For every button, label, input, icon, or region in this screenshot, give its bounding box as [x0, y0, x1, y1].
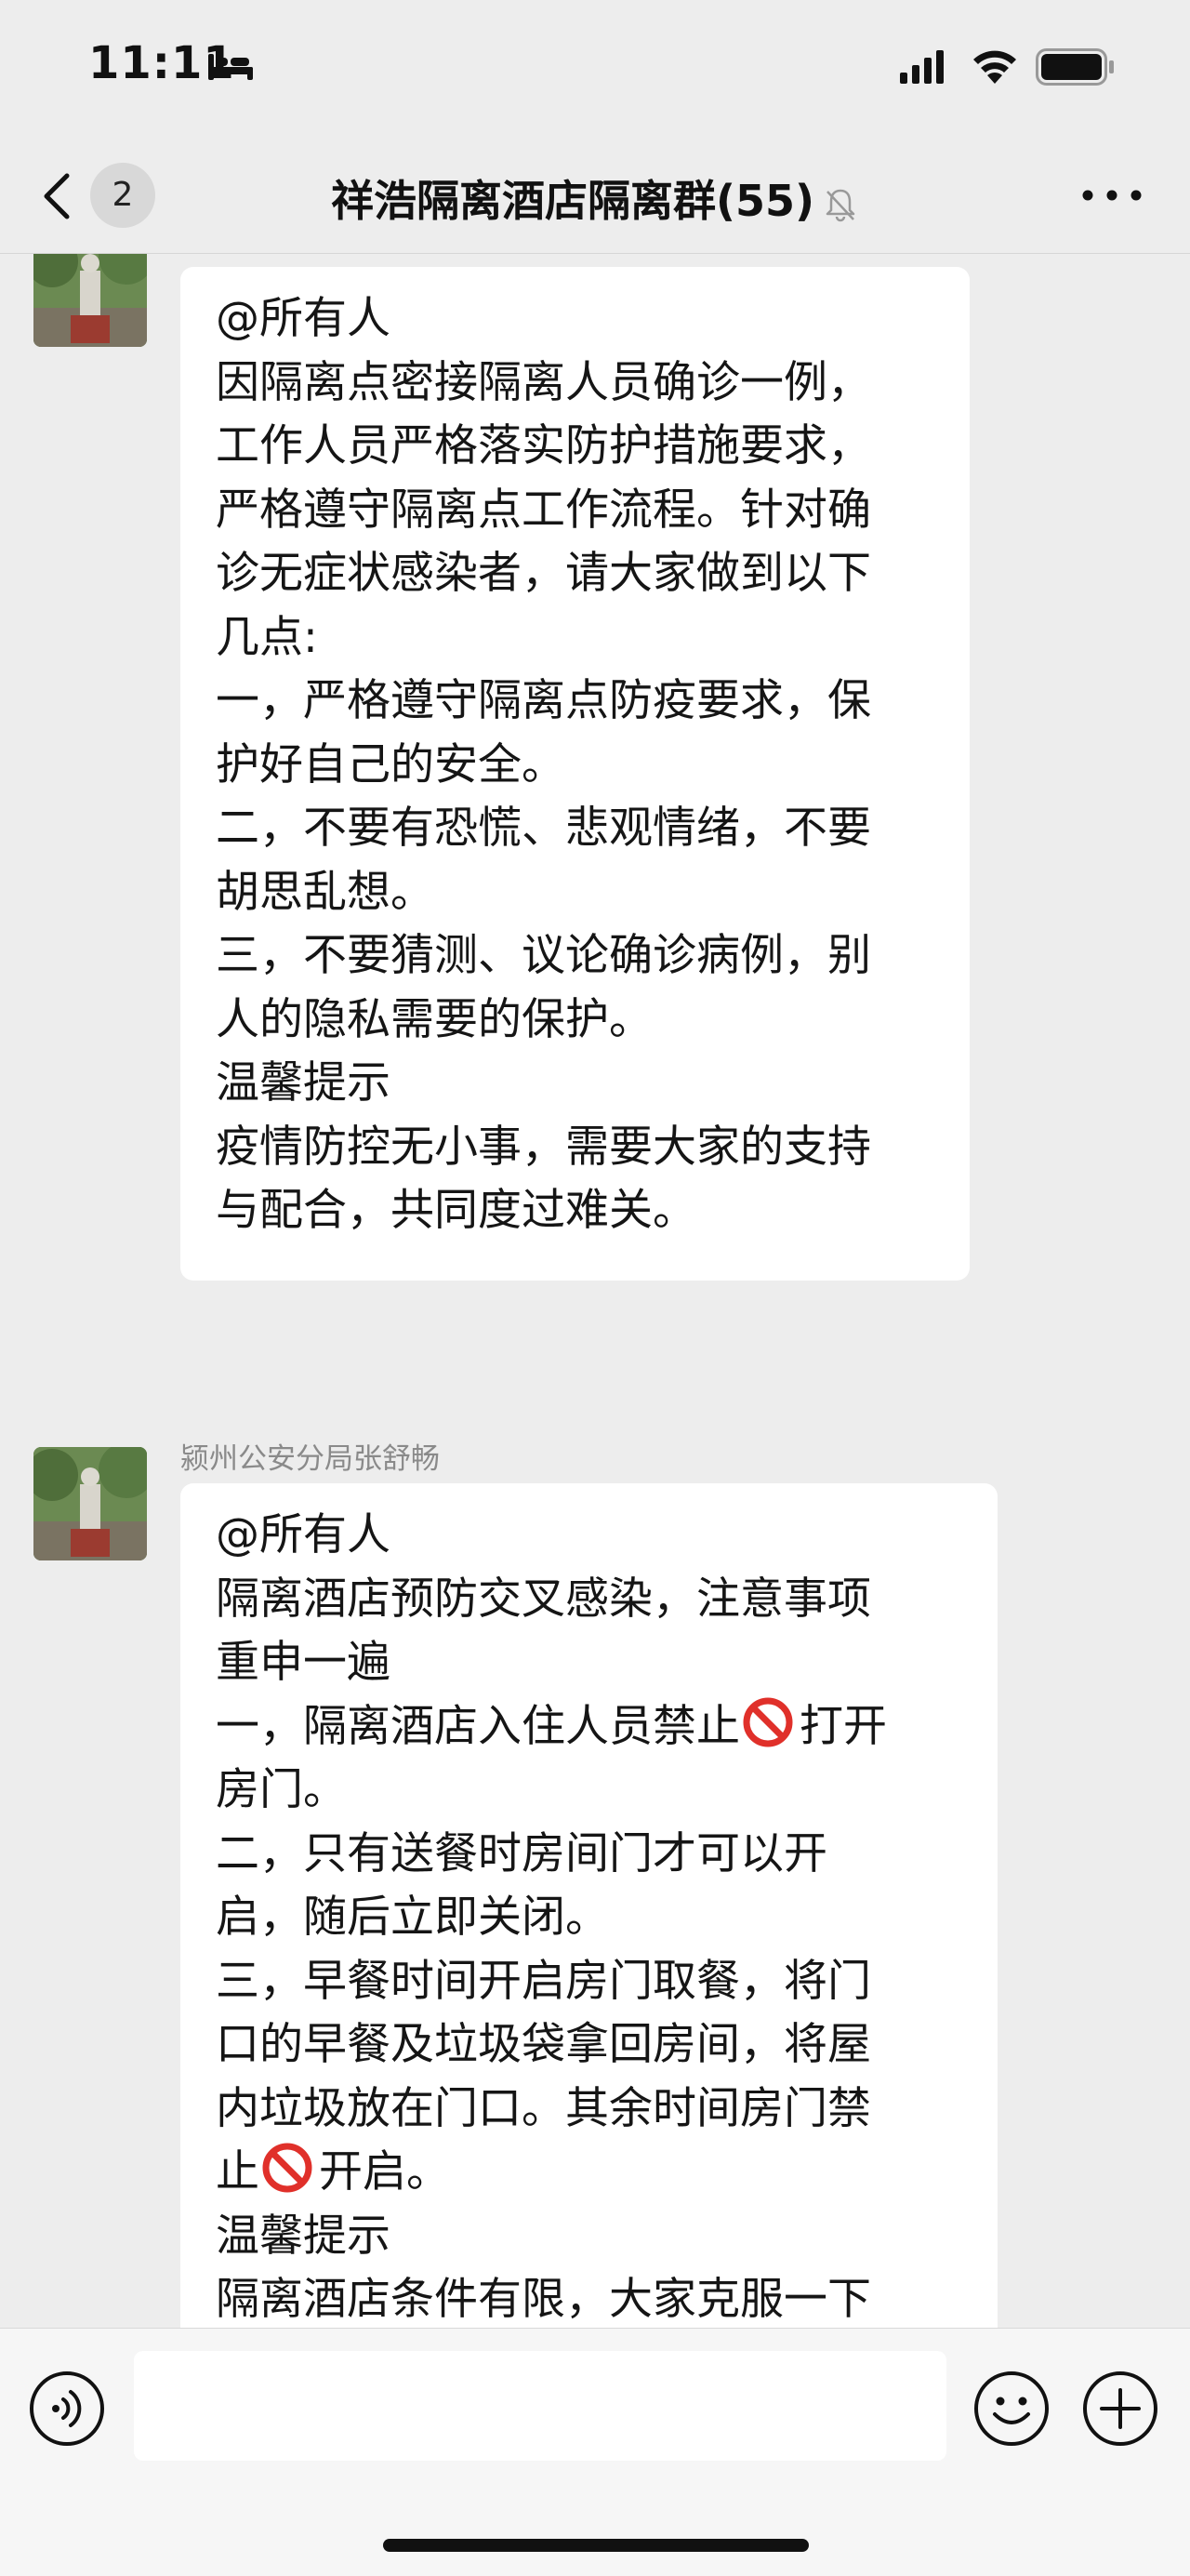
message-text: 止	[216, 2146, 259, 2198]
message-line: 一，严格遵守隔离点防疫要求，保	[216, 675, 871, 726]
message-line: 隔离酒店条件有限，大家克服一下	[216, 2274, 871, 2325]
voice-input-icon[interactable]	[28, 2370, 106, 2448]
message-line: 诊无症状感染者，请大家做到以下	[216, 548, 871, 599]
message-line: 人的隐私需要的保护。	[216, 993, 653, 1045]
chat-header: 2 祥浩隔离酒店隔离群(55)	[0, 139, 1190, 254]
input-bar	[0, 2328, 1190, 2576]
message-line: 三，不要猜测、议论确诊病例，别	[216, 930, 871, 981]
message-line: 内垃圾放在门口。其余时间房门禁	[216, 2082, 871, 2134]
message-bubble[interactable]: @所有人 隔离酒店预防交叉感染，注意事项 重申一遍 一，隔离酒店入住人员禁止 打开…	[180, 1483, 998, 2328]
message-line: 因隔离点密接隔离人员确诊一例，	[216, 356, 871, 408]
message-text: 打开	[800, 1700, 887, 1752]
mute-bell-icon	[826, 189, 855, 221]
message-line: 二，不要有恐慌、悲观情绪，不要	[216, 803, 871, 854]
message-line: 启，随后立即关闭。	[216, 1892, 609, 1943]
chat-title: 祥浩隔离酒店隔离群(55)	[330, 176, 815, 226]
message-line: 严格遵守隔离点工作流程。针对确	[216, 484, 871, 536]
message-line: 几点:	[216, 611, 318, 663]
message-line: @所有人	[216, 1509, 390, 1560]
message-line-with-emoji: 一，隔离酒店入住人员禁止 打开	[216, 1695, 998, 1759]
sender-avatar[interactable]	[33, 1447, 147, 1560]
sender-avatar[interactable]	[33, 254, 147, 347]
message-line: 房门。	[216, 1764, 347, 1815]
prohibited-emoji-icon	[743, 1697, 793, 1746]
status-bar: 11:11	[0, 0, 1190, 139]
plus-icon[interactable]	[1081, 2370, 1159, 2448]
sleep-focus-icon	[208, 54, 253, 80]
message-line: 与配合，共同度过难关。	[216, 1185, 696, 1236]
message-line: @所有人	[216, 293, 390, 344]
message-line: 二，只有送餐时房间门才可以开	[216, 1827, 827, 1879]
message-line: 疫情防控无小事，需要大家的支持	[216, 1121, 871, 1173]
wifi-icon	[973, 50, 1016, 84]
message-line-with-emoji: 止 开启。	[216, 2141, 998, 2205]
message-line: 胡思乱想。	[216, 866, 434, 918]
message-line: 工作人员严格落实防护措施要求，	[216, 420, 871, 471]
message-line: 重申一遍	[216, 1637, 390, 1688]
cellular-signal-icon	[900, 50, 944, 84]
emoji-icon[interactable]	[972, 2370, 1051, 2448]
more-options-icon[interactable]	[1078, 181, 1145, 209]
message-line: 护好自己的安全。	[216, 738, 565, 790]
message-text: 一，隔离酒店入住人员禁止	[216, 1700, 740, 1752]
message-line: 温馨提示	[216, 2210, 390, 2262]
message-line: 温馨提示	[216, 1057, 390, 1109]
battery-icon	[1036, 48, 1114, 86]
message-list[interactable]: @所有人 因隔离点密接隔离人员确诊一例， 工作人员严格落实防护措施要求， 严格遵…	[0, 254, 1190, 2328]
message-line: 口的早餐及垃圾袋拿回房间，将屋	[216, 2019, 871, 2070]
message-input[interactable]	[134, 2351, 946, 2461]
message-line: 三，早餐时间开启房门取餐，将门	[216, 1955, 871, 2007]
chat-title-container: 祥浩隔离酒店隔离群(55)	[0, 167, 1190, 229]
sender-name: 颍州公安分局张舒畅	[180, 1442, 440, 1476]
message-bubble[interactable]: @所有人 因隔离点密接隔离人员确诊一例， 工作人员严格落实防护措施要求， 严格遵…	[180, 267, 970, 1281]
home-indicator[interactable]	[383, 2539, 809, 2552]
message-text: 开启。	[319, 2146, 450, 2198]
prohibited-emoji-icon	[262, 2143, 312, 2193]
message-line: 隔离酒店预防交叉感染，注意事项	[216, 1573, 871, 1625]
